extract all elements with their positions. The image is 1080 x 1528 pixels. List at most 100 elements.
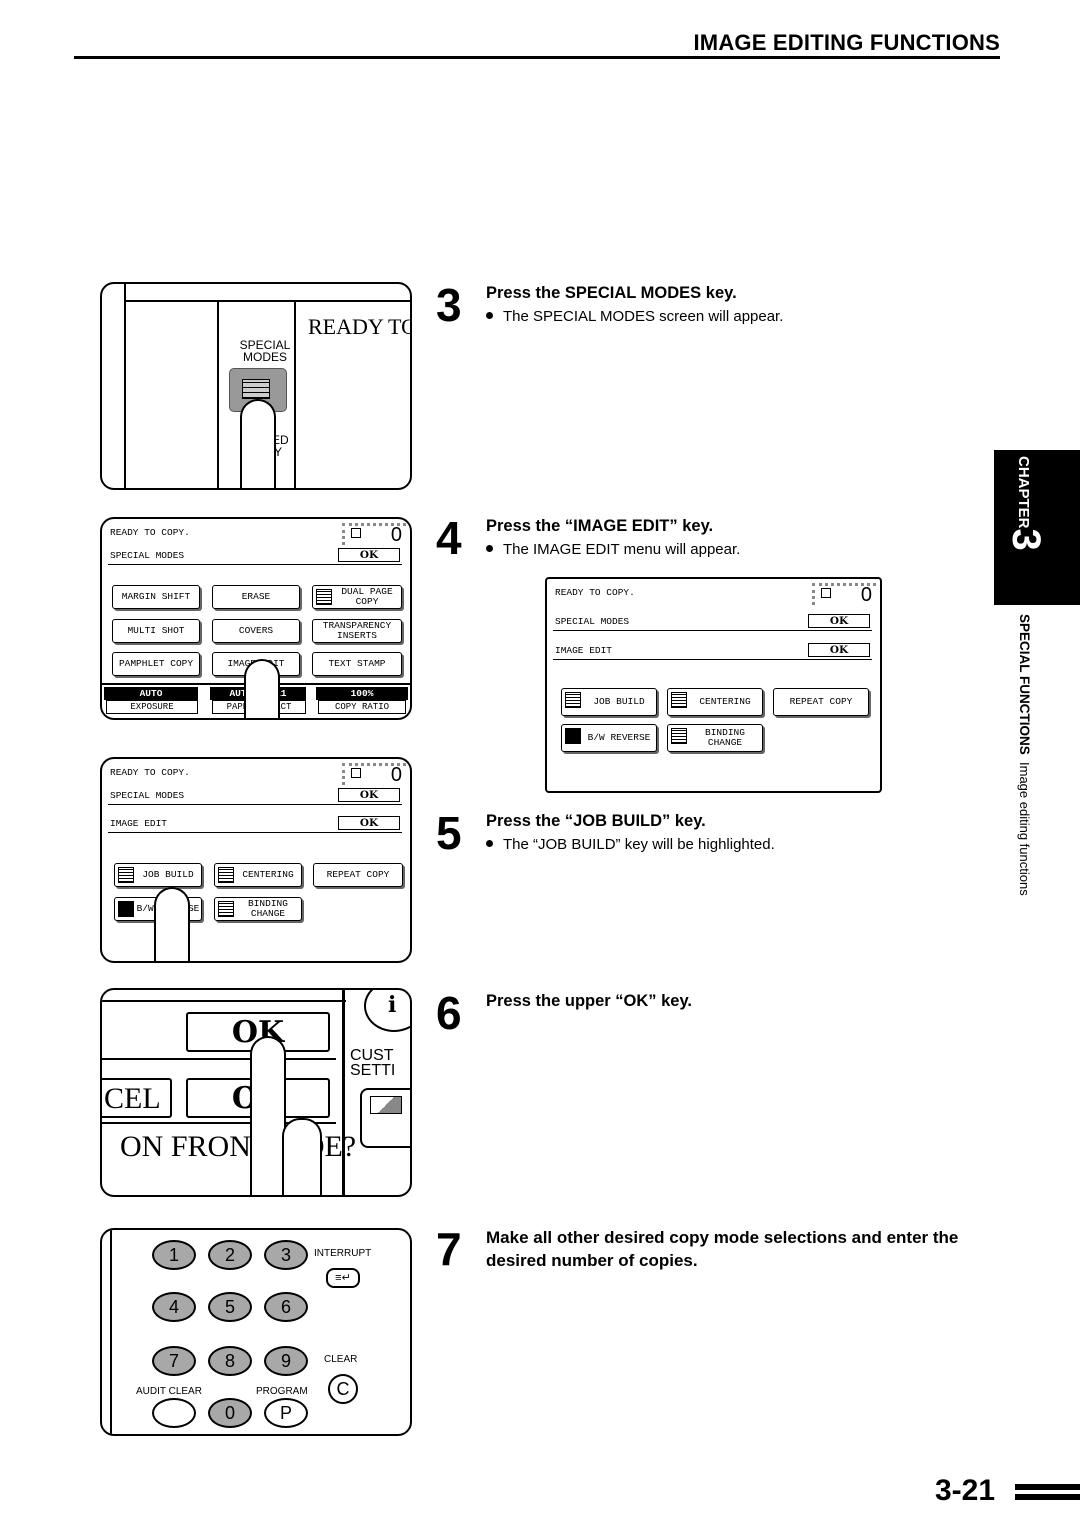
erase-key[interactable]: ERASE [212, 585, 300, 609]
transparency-inserts-key[interactable]: TRANSPARENCY INSERTS [312, 619, 402, 643]
image-edit-title-row: IMAGE EDIT OK [108, 813, 402, 833]
clear-key[interactable]: C [328, 1374, 358, 1404]
special-modes-title-row: SPECIAL MODES OK [553, 611, 872, 631]
binding-change-key[interactable]: BINDING CHANGE [214, 897, 302, 921]
chapter-word: CHAPTER [1015, 456, 1032, 529]
binding-change-key[interactable]: BINDING CHANGE [667, 724, 763, 752]
panel-edge [124, 284, 126, 488]
job-build-key[interactable]: JOB BUILD [114, 863, 202, 887]
job-build-icon [118, 867, 134, 883]
centering-key[interactable]: CENTERING [667, 688, 763, 716]
custom-settings-button[interactable] [360, 1088, 410, 1148]
chapter-number: 3 [1004, 528, 1048, 551]
keypad-illustration: 1 2 3 4 5 6 7 8 9 0 P INTERRUPT ≡↵ CLEAR… [100, 1228, 412, 1436]
binding-change-label: BINDING CHANGE [705, 727, 745, 748]
info-button[interactable]: i [364, 990, 410, 1032]
bullet-icon [486, 545, 493, 552]
job-build-key[interactable]: JOB BUILD [561, 688, 657, 716]
image-edit-screen-pressed: READY TO COPY. 0 SPECIAL MODES OK IMAGE … [100, 757, 412, 963]
centering-icon [218, 867, 234, 883]
binding-change-icon [218, 901, 234, 917]
special-modes-key-illustration: READY TO C SPECIAL MODES 2-SIDED COPY [100, 282, 412, 490]
custom-label-line1: CUST [350, 1047, 394, 1064]
step-number: 3 [436, 279, 462, 331]
special-modes-icon [242, 379, 270, 399]
key-1[interactable]: 1 [152, 1240, 196, 1270]
copy-counter: 0 [342, 523, 406, 546]
panel-edge [110, 1230, 112, 1434]
special-modes-ok-button[interactable]: OK [808, 614, 870, 628]
key-5[interactable]: 5 [208, 1292, 252, 1322]
ok-button[interactable]: OK [338, 548, 400, 562]
special-modes-title: SPECIAL MODES [110, 790, 185, 801]
image-edit-ok-button[interactable]: OK [338, 816, 400, 830]
copy-counter: 0 [812, 583, 876, 606]
key-0[interactable]: 0 [208, 1398, 252, 1428]
chapter-label: CHAPTER3 [1003, 456, 1048, 551]
pressing-finger [240, 399, 276, 488]
step-title: Press the “JOB BUILD” key. [486, 812, 706, 830]
counter-value: 0 [860, 584, 872, 606]
counter-value: 0 [390, 524, 402, 546]
key-6[interactable]: 6 [264, 1292, 308, 1322]
step-note: The SPECIAL MODES screen will appear. [486, 308, 783, 325]
panel-edge [342, 990, 345, 1195]
special-modes-ok-button[interactable]: OK [338, 788, 400, 802]
centering-key[interactable]: CENTERING [214, 863, 302, 887]
bw-reverse-key[interactable]: B/W REVERSE [561, 724, 657, 752]
copy-counter: 0 [342, 763, 406, 786]
exposure-button[interactable]: EXPOSURE [106, 700, 198, 714]
repeat-copy-key[interactable]: REPEAT COPY [773, 688, 869, 716]
job-build-icon [565, 692, 581, 708]
special-modes-title: SPECIAL MODES [555, 616, 630, 627]
key-3[interactable]: 3 [264, 1240, 308, 1270]
centering-label: CENTERING [699, 696, 751, 707]
step-note: The IMAGE EDIT menu will appear. [486, 541, 740, 558]
panel-edge [294, 302, 296, 488]
margin-shift-key[interactable]: MARGIN SHIFT [112, 585, 200, 609]
key-2[interactable]: 2 [208, 1240, 252, 1270]
program-key[interactable]: P [264, 1398, 308, 1428]
cancel-button[interactable]: CEL [102, 1078, 172, 1118]
bullet-icon [486, 312, 493, 319]
special-modes-title-row: SPECIAL MODES OK [108, 785, 402, 805]
text-stamp-key[interactable]: TEXT STAMP [312, 652, 402, 676]
key-8[interactable]: 8 [208, 1346, 252, 1376]
interrupt-key[interactable]: ≡↵ [326, 1268, 360, 1288]
special-modes-label-line2: MODES [242, 350, 287, 364]
key-9[interactable]: 9 [264, 1346, 308, 1376]
image-edit-screen: READY TO COPY. 0 SPECIAL MODES OK IMAGE … [545, 577, 882, 793]
status-text: READY TO COPY. [110, 527, 190, 538]
counter-value: 0 [390, 764, 402, 786]
covers-key[interactable]: COVERS [212, 619, 300, 643]
copy-ratio-value: 100% [316, 687, 408, 700]
pressing-finger [244, 659, 280, 718]
image-edit-title: IMAGE EDIT [110, 818, 168, 829]
pressing-finger [154, 887, 190, 961]
multi-shot-key[interactable]: MULTI SHOT [112, 619, 200, 643]
bw-reverse-icon [565, 728, 581, 744]
tray-icon [351, 528, 361, 538]
repeat-copy-key[interactable]: REPEAT COPY [313, 863, 403, 887]
bw-reverse-label: B/W REVERSE [587, 732, 651, 743]
step-number: 4 [436, 512, 462, 564]
bw-reverse-icon [118, 901, 134, 917]
audit-clear-key[interactable] [152, 1398, 196, 1428]
finger-knuckle [282, 1118, 322, 1195]
tray-icon [821, 588, 831, 598]
dual-page-copy-key[interactable]: DUAL PAGE COPY [312, 585, 402, 609]
copy-ratio-button[interactable]: COPY RATIO [318, 700, 406, 714]
divider [102, 1058, 336, 1060]
key-7[interactable]: 7 [152, 1346, 196, 1376]
key-4[interactable]: 4 [152, 1292, 196, 1322]
pamphlet-copy-key[interactable]: PAMPHLET COPY [112, 652, 200, 676]
special-modes-title: SPECIAL MODES [110, 550, 185, 561]
audit-clear-label: AUDIT CLEAR [136, 1386, 202, 1397]
display-ready-text: READY TO C [308, 314, 410, 339]
image-edit-title-row: IMAGE EDIT OK [553, 640, 872, 660]
subsection-title: Image editing functions [1017, 762, 1032, 896]
image-edit-ok-button[interactable]: OK [808, 643, 870, 657]
bullet-icon [486, 840, 493, 847]
step-note: The “JOB BUILD” key will be highlighted. [486, 836, 775, 853]
step-title: Press the upper “OK” key. [486, 992, 693, 1010]
